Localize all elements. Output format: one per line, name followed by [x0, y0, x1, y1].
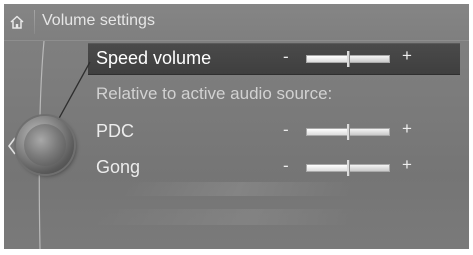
chevron-left-icon[interactable]: [7, 137, 16, 155]
controller-knob-center: [24, 124, 66, 166]
pointer-line: [38, 40, 91, 249]
controller-knob-icon[interactable]: [16, 116, 74, 174]
screen: Volume settings Speed volume - + Relativ…: [4, 4, 469, 249]
